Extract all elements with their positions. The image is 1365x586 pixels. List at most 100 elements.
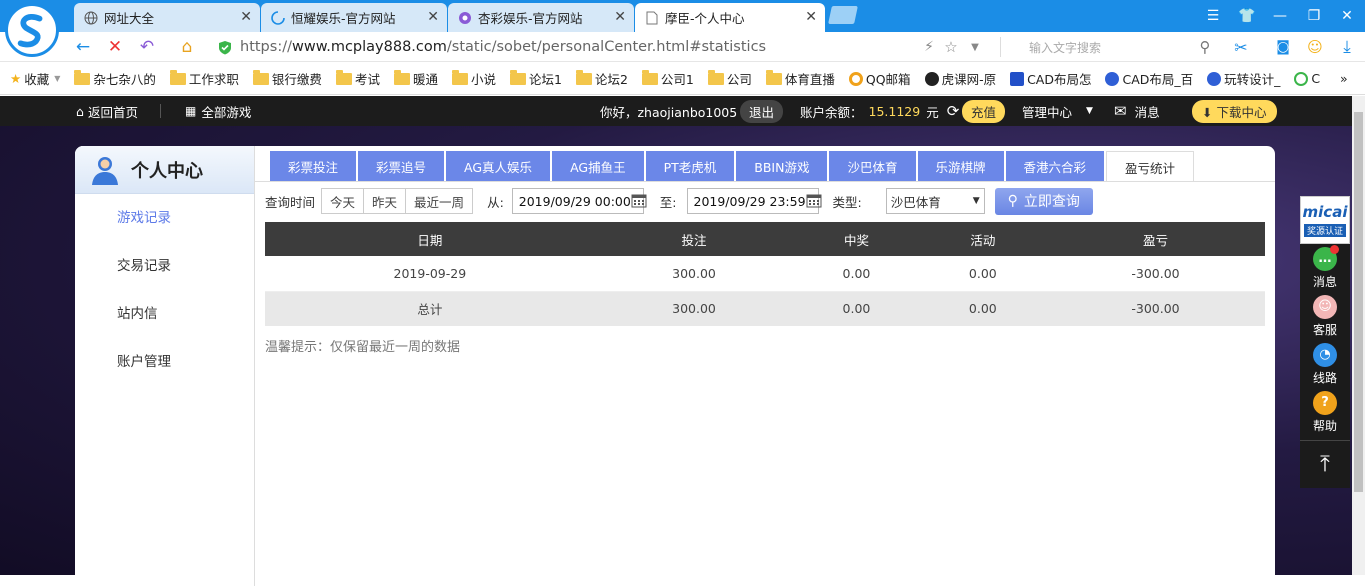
all-games-link[interactable]: ▦ 全部游戏: [185, 96, 251, 126]
skin-icon[interactable]: 👕: [1237, 6, 1257, 26]
sidebar-item-game-records[interactable]: 游戏记录: [75, 194, 254, 242]
bookmark-qqmail[interactable]: QQ邮箱: [848, 69, 911, 88]
quick-today-button[interactable]: 今天: [321, 188, 365, 214]
download-icon[interactable]: ⤓: [1336, 37, 1358, 57]
more-bookmarks-icon[interactable]: »: [1340, 71, 1348, 86]
back-icon[interactable]: ←: [72, 37, 94, 57]
scrollbar-thumb[interactable]: [1354, 112, 1363, 492]
logout-button[interactable]: 退出: [740, 99, 784, 123]
sidebar-item-transactions[interactable]: 交易记录: [75, 242, 254, 290]
table-row: 2019-09-29 300.00 0.00 0.00 -300.00: [265, 256, 1265, 292]
close-icon[interactable]: ✕: [614, 9, 626, 25]
maximize-icon[interactable]: ❐: [1304, 6, 1324, 26]
lightning-icon[interactable]: ⚡: [918, 37, 940, 57]
close-icon[interactable]: ✕: [240, 9, 252, 25]
calendar-icon[interactable]: [631, 192, 647, 211]
recharge-button[interactable]: 充值: [962, 99, 1006, 123]
bookmark-folder[interactable]: 暖通: [393, 69, 438, 88]
more-icon[interactable]: ☺: [1304, 37, 1326, 57]
tab-hk-marksix[interactable]: 香港六合彩: [1005, 151, 1107, 182]
bookmark-cad[interactable]: CAD布局怎: [1010, 69, 1091, 88]
bookmark-folder[interactable]: 银行缴费: [252, 69, 322, 88]
bookmark-design[interactable]: 玩转设计_: [1207, 69, 1280, 88]
bookmark-folder[interactable]: 小说: [451, 69, 496, 88]
sidebar-item-inbox[interactable]: 站内信: [75, 290, 254, 338]
table-total-row: 总计 300.00 0.00 0.00 -300.00: [265, 291, 1265, 326]
bookmark-folder[interactable]: 公司: [707, 69, 752, 88]
undo-icon[interactable]: ↶: [136, 37, 158, 57]
browser-logo-icon[interactable]: [5, 3, 59, 57]
column-header: 日期: [265, 222, 595, 256]
browser-tab-2[interactable]: 杏彩娱乐-官方网站 ✕: [448, 3, 634, 32]
bookmark-folder[interactable]: 论坛2: [575, 69, 628, 88]
tab-bbin[interactable]: BBIN游戏: [736, 151, 830, 182]
bookmark-folder[interactable]: 体育直播: [765, 69, 835, 88]
bookmark-label: 暖通: [412, 72, 438, 87]
bookmark-cad-baidu[interactable]: CAD布局_百: [1105, 69, 1193, 88]
type-select[interactable]: 沙巴体育 ▼: [885, 188, 985, 214]
back-to-top-icon[interactable]: ⤒: [1300, 440, 1350, 488]
browser-tab-0[interactable]: 网址大全 ✕: [74, 3, 260, 32]
folder-icon: [765, 69, 782, 85]
quick-week-button[interactable]: 最近一周: [405, 188, 474, 214]
to-date-input[interactable]: 2019/09/29 23:59: [686, 188, 822, 214]
star-icon[interactable]: ☆: [940, 37, 962, 57]
tab-leyou-chess[interactable]: 乐游棋牌: [917, 151, 1006, 182]
sidebar-item-account[interactable]: 账户管理: [75, 338, 254, 386]
scissors-icon[interactable]: ✂: [1230, 37, 1252, 57]
bookmark-folder[interactable]: 考试: [335, 69, 380, 88]
stop-icon[interactable]: ✕: [104, 37, 126, 57]
download-center-button[interactable]: ⬇ 下载中心: [1192, 99, 1277, 123]
home-icon[interactable]: ⌂: [176, 37, 198, 57]
from-date-input[interactable]: 2019/09/29 00:00: [511, 188, 647, 214]
home-link[interactable]: ⌂ 返回首页: [76, 96, 138, 126]
close-window-icon[interactable]: ✕: [1337, 6, 1357, 26]
float-routes[interactable]: ◔ 线路: [1300, 340, 1350, 388]
tab-lottery-chase[interactable]: 彩票追号: [358, 151, 447, 182]
bookmark-favorites[interactable]: ★ 收藏 ▼: [10, 69, 60, 88]
query-button[interactable]: ⚲ 立即查询: [994, 187, 1093, 215]
calendar-icon[interactable]: [806, 192, 822, 211]
tab-lottery-bets[interactable]: 彩票投注: [270, 151, 359, 182]
folder-icon: [393, 69, 410, 85]
manage-menu[interactable]: 管理中心 ▼: [1022, 96, 1093, 126]
minimize-icon[interactable]: —: [1270, 6, 1290, 26]
search-icon[interactable]: ⚲: [1194, 37, 1216, 57]
balance-unit: 元: [926, 104, 939, 120]
close-icon[interactable]: ✕: [427, 9, 439, 25]
dropdown-arrow-icon[interactable]: ▼: [964, 37, 986, 57]
new-tab-button[interactable]: [828, 6, 858, 24]
table-cell: 0.00: [793, 256, 920, 292]
menu-icon[interactable]: ☰: [1203, 6, 1223, 26]
float-help[interactable]: ? 帮助: [1300, 388, 1350, 436]
bookmark-folder[interactable]: 论坛1: [509, 69, 562, 88]
messages-link[interactable]: ✉ 消息: [1114, 96, 1160, 126]
close-icon[interactable]: ✕: [805, 9, 817, 25]
float-messages[interactable]: … 消息: [1300, 244, 1350, 292]
help-icon: ?: [1313, 390, 1337, 415]
bookmark-folder[interactable]: 工作求职: [169, 69, 239, 88]
sidebar: 个人中心 游戏记录 交易记录 站内信 账户管理: [75, 146, 255, 586]
bookmarks-bar: ★ 收藏 ▼ 杂七杂八的 工作求职 银行缴费 考试 暖通 小说 论坛1 论坛2 公司…: [0, 63, 1365, 95]
bookmark-c[interactable]: C: [1294, 71, 1320, 86]
quick-yesterday-button[interactable]: 昨天: [363, 188, 407, 214]
tab-pt-slots[interactable]: PT老虎机: [645, 151, 737, 182]
extension-icon[interactable]: ◙: [1272, 37, 1294, 57]
browser-tab-1[interactable]: 恒耀娱乐-官方网站 ✕: [261, 3, 447, 32]
tab-saba-sports[interactable]: 沙巴体育: [829, 151, 918, 182]
browser-tab-3[interactable]: 摩臣-个人中心 ✕: [635, 3, 825, 32]
scrollbar[interactable]: [1352, 96, 1365, 575]
folder-icon: [707, 69, 724, 85]
tab-profit-stats[interactable]: 盈亏统计: [1106, 151, 1195, 182]
float-support[interactable]: ☺ 客服: [1300, 292, 1350, 340]
bookmark-folder[interactable]: 公司1: [641, 69, 694, 88]
search-input[interactable]: 输入文字搜索: [1000, 37, 1215, 57]
tab-ag-live[interactable]: AG真人娱乐: [446, 151, 553, 182]
bookmark-folder[interactable]: 杂七杂八的: [74, 69, 156, 88]
bookmark-hukewang[interactable]: 虎课网-原: [924, 69, 996, 88]
url-input[interactable]: https://www.mcplay888.com/static/sobet/p…: [218, 36, 988, 58]
micai-badge[interactable]: micai 奖源认证: [1300, 196, 1350, 244]
personal-center-panel: 个人中心 游戏记录 交易记录 站内信 账户管理 彩票投注 彩票追号 AG真人娱乐…: [75, 146, 1275, 586]
refresh-icon[interactable]: ⟳: [947, 102, 960, 120]
tab-ag-fishing[interactable]: AG捕鱼王: [552, 151, 646, 182]
